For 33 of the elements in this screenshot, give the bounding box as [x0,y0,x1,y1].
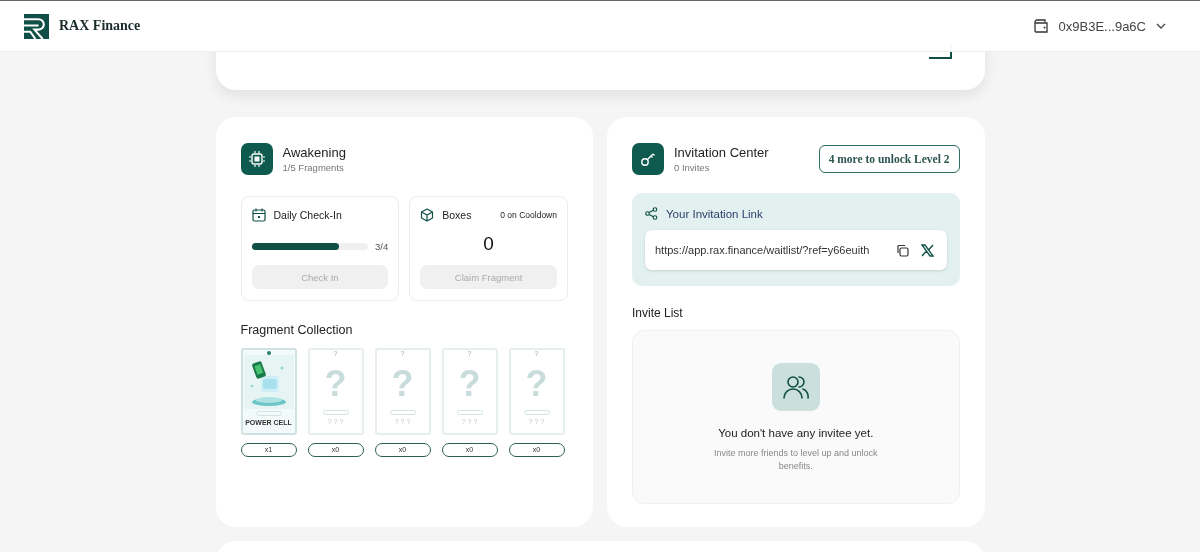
x-logo-icon[interactable] [920,243,934,257]
logo-icon [24,13,49,39]
box-count: 0 [482,233,495,255]
wallet-icon [1032,18,1049,34]
question-mark: ? [525,362,548,406]
key-icon [632,143,664,175]
section-title: Invite List [632,306,684,320]
empty-title: You don't have any invitee yet. [718,427,874,439]
cube-icon [420,208,435,222]
card-title: Invitation Center [674,145,770,160]
panel-title: Boxes [442,209,472,221]
card-subtitle: 1/5 Fragments [282,162,345,173]
question-mark: ? [391,362,414,406]
question-mark: ? [458,362,481,406]
progress-reading: 3/4 [375,241,389,252]
cooldown-count: 0 on Cooldown [500,210,557,220]
people-icon [771,363,820,411]
panel-title: Your Invitation Link [666,207,763,220]
card-title: Awakening [282,145,347,160]
empty-text: Invite more friends to level up and unlock benefits. [712,447,879,473]
share-icon [645,207,658,220]
chip-icon [240,143,273,175]
chevron-icon [1156,23,1166,29]
question-mark: ? [324,362,347,406]
invitation-link-field[interactable]: https://app.rax.finance/waitlist/?ref=y66euith [645,230,947,270]
panel-title: Daily Check-In [273,209,342,221]
brand-name: RAX Finance [59,18,141,34]
section-title: Fragment Collection [240,323,354,337]
wallet-button[interactable]: 0x9B3E...9a6C [1032,18,1166,34]
card-subtitle: 0 Invites [674,162,711,173]
level-unlock-button[interactable]: 4 more to unlock Level 2 [818,145,960,173]
copy-icon[interactable] [895,243,909,257]
calendar-icon [251,208,266,222]
